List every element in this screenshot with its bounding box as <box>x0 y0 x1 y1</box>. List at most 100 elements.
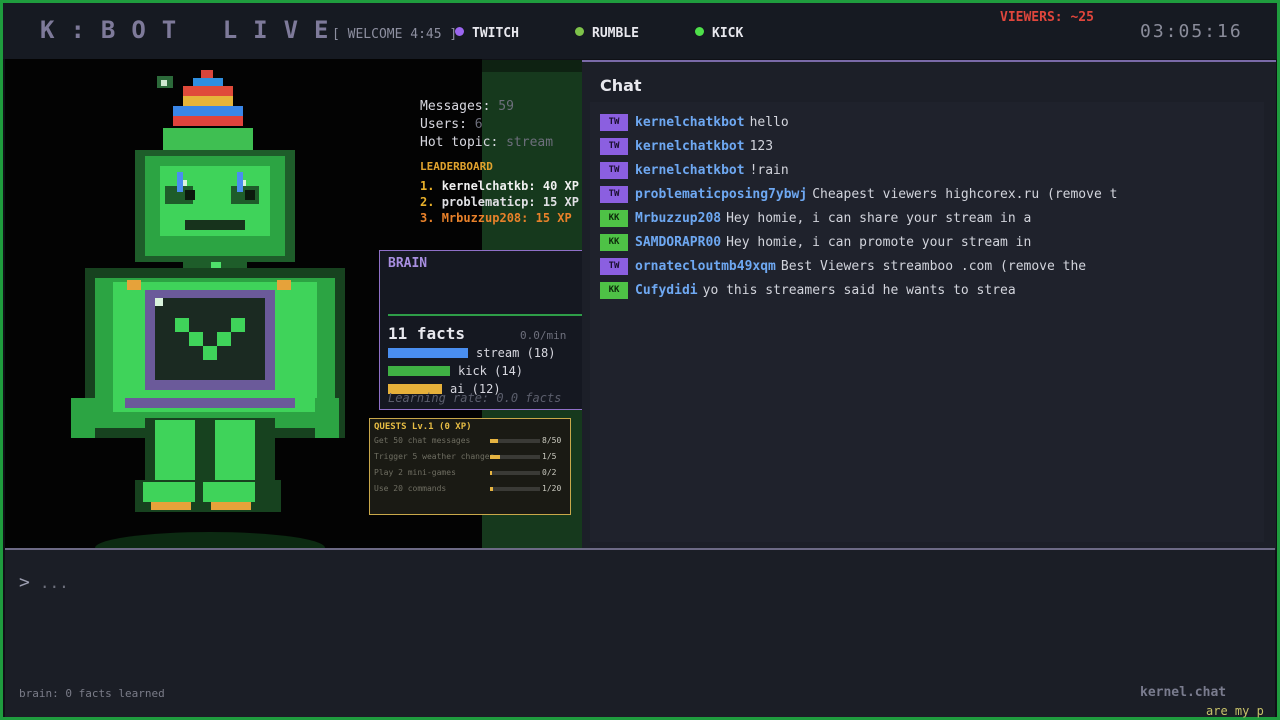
robot-avatar-icon <box>71 70 345 564</box>
welcome-timer: [ WELCOME 4:45 ] <box>332 27 458 42</box>
quest-label: Play 2 mini-games <box>374 468 456 477</box>
quest-progress-track <box>490 471 540 475</box>
command-input[interactable]: >... <box>19 572 69 593</box>
leaderboard-row: 2. problematicp: 15 XP <box>420 195 579 209</box>
topic-label: kick (14) <box>458 364 524 378</box>
platform-badge: TW <box>600 138 628 155</box>
command-placeholder: ... <box>39 573 69 592</box>
chat-username[interactable]: SAMDORAPR00 <box>635 235 721 250</box>
quest-label: Get 50 chat messages <box>374 436 471 445</box>
chat-text: Cheapest viewers highcorex.ru (remove t <box>812 187 1118 202</box>
twitch-status-icon <box>455 27 464 36</box>
platform-kick[interactable]: KICK <box>695 26 743 41</box>
chat-text: Hey homie, i can share your stream in a <box>726 211 1032 226</box>
platform-badge: TW <box>600 162 628 179</box>
chat-stats: Messages: 59 Users: 6 Hot topic: stream <box>420 98 553 152</box>
platform-twitch[interactable]: TWITCH <box>455 26 519 41</box>
learning-rate: Learning rate: 0.0 facts <box>388 391 562 405</box>
chat-username[interactable]: Cufydidi <box>635 283 698 298</box>
chat-text: 123 <box>749 139 774 154</box>
quests-title: QUESTS Lv.1 (0 XP) <box>374 422 472 432</box>
leaderboard-row: 1. kernelchatkb: 40 XP <box>420 179 579 193</box>
brain-title: BRAIN <box>388 256 428 271</box>
chat-message: KK Mrbuzzup208 Hey homie, i can share your… <box>600 210 1031 230</box>
kick-status-icon <box>695 27 704 36</box>
chat-message: TW kernelchatkbot 123 <box>600 138 773 158</box>
messages-label: Messages: <box>420 99 491 114</box>
platform-badge: KK <box>600 282 628 299</box>
quest-progress-track <box>490 487 540 491</box>
topic-row: stream (18) <box>388 346 555 360</box>
messages-value: 59 <box>498 99 514 114</box>
quest-count: 1/20 <box>542 484 562 493</box>
prompt-symbol: > <box>19 572 30 593</box>
leaderboard: 1. kernelchatkb: 40 XP 2. problematicp: … <box>420 178 579 226</box>
chat-username[interactable]: kernelchatkbot <box>635 115 745 130</box>
viewer-count: VIEWERS: ~25 <box>1000 10 1094 25</box>
chat-username[interactable]: kernelchatkbot <box>635 163 745 178</box>
quest-item: Use 20 commands 1/20 <box>374 484 568 493</box>
users-value: 6 <box>474 117 483 132</box>
platform-label: RUMBLE <box>592 26 639 41</box>
topic-bar <box>388 366 450 376</box>
facts-rate: 0.0/min <box>520 329 567 342</box>
site-link[interactable]: kernel.chat <box>1140 685 1226 700</box>
chat-title: Chat <box>600 76 642 95</box>
quest-count: 0/2 <box>542 468 557 477</box>
quest-item: Trigger 5 weather changes 1/5 <box>374 452 568 461</box>
topic-bar <box>388 348 468 358</box>
quest-progress-track <box>490 439 540 443</box>
chat-message: KK Cufydidi yo this streamers said he want… <box>600 282 1016 302</box>
topic-row: kick (14) <box>388 364 523 378</box>
topic-label: Hot topic: <box>420 135 499 150</box>
chat-username[interactable]: kernelchatkbot <box>635 139 745 154</box>
chat-message: TW problematicposing7ybwj Cheapest viewers… <box>600 186 1117 206</box>
leaderboard-title: LEADERBOARD <box>420 160 493 173</box>
chat-text: hello <box>749 115 789 130</box>
app-logo: K:BOT LIVE <box>40 16 345 44</box>
chat-message: TW kernelchatkbot hello <box>600 114 789 134</box>
platform-badge: TW <box>600 186 628 203</box>
chat-message-list[interactable]: TW kernelchatkbot hello TW kernelchatkbot 12… <box>590 102 1264 542</box>
platform-badge: KK <box>600 210 628 227</box>
chat-text: !rain <box>749 163 789 178</box>
platform-badge: KK <box>600 234 628 251</box>
platform-label: TWITCH <box>472 26 519 41</box>
chat-message: TW kernelchatkbot !rain <box>600 162 789 182</box>
quest-count: 8/50 <box>542 436 562 445</box>
topic-value: stream <box>506 135 554 150</box>
users-label: Users: <box>420 117 467 132</box>
chat-username[interactable]: Mrbuzzup208 <box>635 211 721 226</box>
quest-item: Play 2 mini-games 0/2 <box>374 468 568 477</box>
platform-badge: TW <box>600 114 628 131</box>
brain-activity-line <box>388 314 591 316</box>
quest-progress-fill <box>490 455 500 459</box>
brain-panel: BRAIN 11 facts 0.0/min stream (18) kick … <box>379 250 591 410</box>
chat-text: Best Viewers streamboo .com (remove the <box>780 259 1087 274</box>
chat-text: Hey homie, i can promote your stream in <box>726 235 1032 250</box>
quest-progress-fill <box>490 439 498 443</box>
chat-username[interactable]: problematicposing7ybwj <box>635 187 807 202</box>
topic-label: stream (18) <box>476 346 556 360</box>
platform-rumble[interactable]: RUMBLE <box>575 26 639 41</box>
command-console: >... brain: 0 facts learned kernel.chat <box>5 548 1275 717</box>
platform-badge: TW <box>600 258 628 275</box>
chat-message: KK SAMDORAPR00 Hey homie, i can promote yo… <box>600 234 1031 254</box>
quests-panel: QUESTS Lv.1 (0 XP) Get 50 chat messages … <box>369 418 571 515</box>
chat-panel: Chat TW kernelchatkbot hello TW kernelchatk… <box>582 60 1276 550</box>
rumble-status-icon <box>575 27 584 36</box>
chat-username[interactable]: ornatecloutmb49xqm <box>635 259 776 274</box>
quest-count: 1/5 <box>542 452 557 461</box>
stream-clock: 03:05:16 <box>1140 21 1243 42</box>
quest-item: Get 50 chat messages 8/50 <box>374 436 568 445</box>
stage-backdrop-top <box>482 60 582 72</box>
brain-status: brain: 0 facts learned <box>19 687 165 700</box>
platform-label: KICK <box>712 26 744 41</box>
leaderboard-row: 3. Mrbuzzup208: 15 XP <box>420 211 572 225</box>
quest-progress-fill <box>490 487 493 491</box>
quest-progress-fill <box>490 471 492 475</box>
quest-label: Use 20 commands <box>374 484 447 493</box>
quest-progress-track <box>490 455 540 459</box>
chat-text: yo this streamers said he wants to strea <box>702 283 1016 298</box>
ticker-text: are my p <box>1206 704 1264 718</box>
